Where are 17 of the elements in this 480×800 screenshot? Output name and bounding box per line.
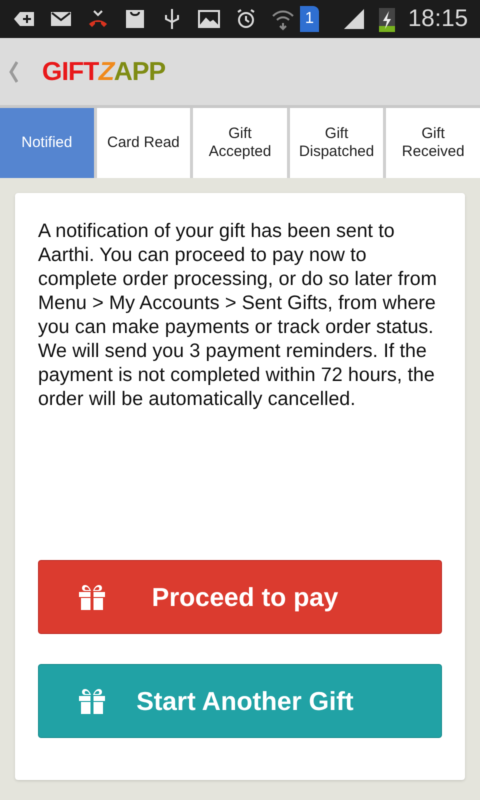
status-tab[interactable]: Gift Dispatched [290,108,384,178]
image-icon [197,7,221,31]
clock-time: 18:15 [408,4,468,34]
status-tab[interactable]: Card Read [96,108,190,178]
sim-badge: 1 [300,6,319,32]
signal-icon [342,7,366,31]
action-button[interactable]: Proceed to pay [38,560,442,634]
notification-message: A notification of your gift has been sent to Aarthi. You can proceed to pay now to complete order processing, or do so later from Menu > My Accounts > Sent Gifts, from where you can make payments or track order status. We will send you 3 payment reminders. If the payment is not completed within 72 hours, the order will be automatically cancelled. [38,219,438,411]
gift-icon [77,686,107,716]
status-tab[interactable]: Gift Received [386,108,480,178]
battery-icon [378,6,395,32]
back-icon[interactable] [8,60,18,82]
gift-icon [77,582,107,612]
app-logo: GIFTZAPP [42,55,166,88]
shopping-bag-icon [123,7,147,31]
status-tab[interactable]: Notified [0,108,94,178]
status-tab[interactable]: Gift Accepted [193,108,287,178]
